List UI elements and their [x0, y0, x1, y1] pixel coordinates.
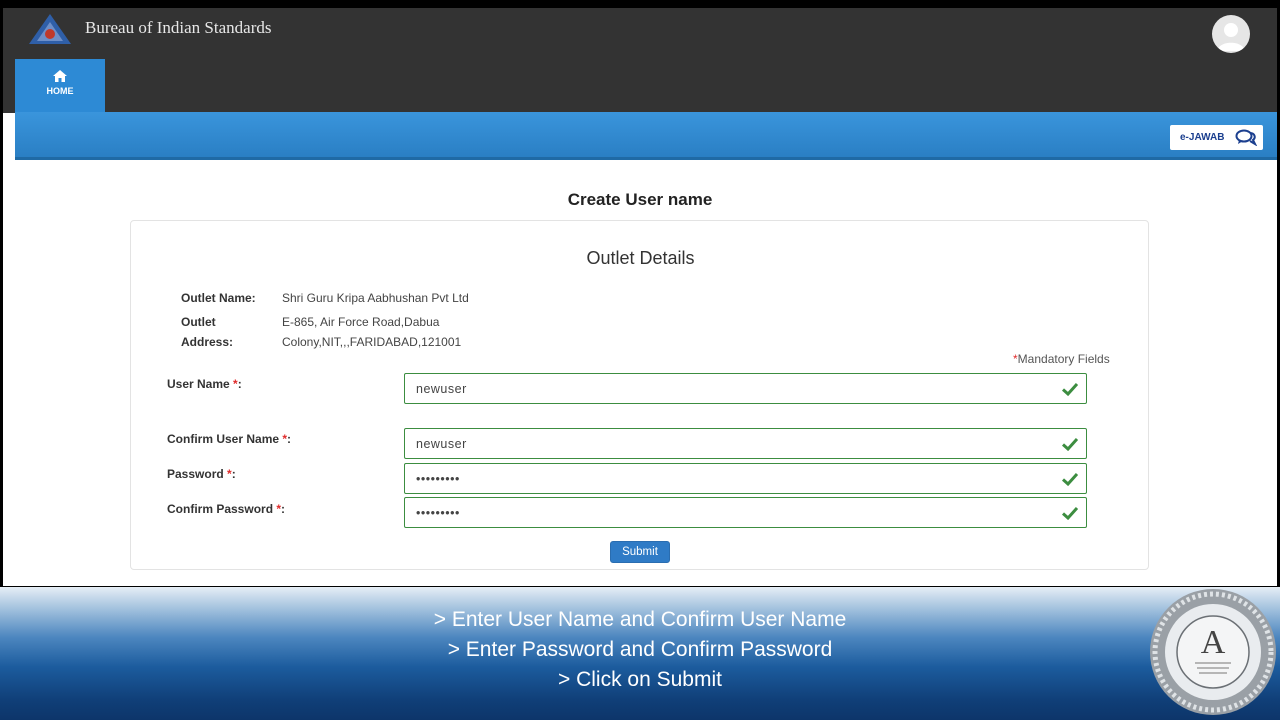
- section-title: Outlet Details: [586, 248, 695, 268]
- instruction-line-1: > Enter User Name and Confirm User Name: [433, 608, 847, 631]
- password-label-text: Password: [167, 467, 224, 481]
- tab-home-label: HOME: [46, 86, 74, 96]
- hallmarking-centre-seal-icon: A: [1150, 589, 1276, 715]
- confirm-password-label: Confirm Password *:: [167, 502, 286, 516]
- confirm-username-input[interactable]: newuser: [404, 428, 1087, 459]
- home-icon: [53, 70, 67, 82]
- outlet-address-line2: Colony,NIT,,,FARIDABAD,121001: [282, 335, 462, 349]
- check-icon: [1062, 382, 1078, 396]
- username-label: User Name *:: [167, 377, 242, 391]
- chat-bubbles-icon: [1235, 129, 1257, 146]
- brand-title: Bureau of Indian Standards: [85, 18, 272, 37]
- user-avatar-icon[interactable]: [1212, 15, 1250, 53]
- instruction-line-3: > Click on Submit: [558, 668, 722, 691]
- submit-button[interactable]: Submit: [610, 541, 670, 563]
- outlet-address-label-line1: Outlet: [181, 315, 216, 329]
- username-input[interactable]: newuser: [404, 373, 1087, 404]
- app-window: Bureau of Indian Standards HOME e-JAWAB …: [3, 8, 1277, 586]
- username-label-text: User Name: [167, 377, 230, 391]
- required-star: *: [276, 502, 282, 516]
- instruction-line-2: > Enter Password and Confirm Password: [447, 638, 833, 661]
- tab-home[interactable]: HOME: [15, 59, 105, 115]
- username-value: newuser: [416, 382, 467, 396]
- required-star: *: [227, 467, 232, 481]
- check-icon: [1062, 437, 1078, 451]
- outlet-name-label: Outlet Name:: [181, 291, 256, 305]
- confirm-password-input[interactable]: •••••••••: [404, 497, 1087, 528]
- outlet-card: Outlet Details Outlet Name: Shri Guru Kr…: [130, 220, 1149, 570]
- confirm-username-label: Confirm User Name *:: [167, 432, 292, 446]
- confirm-password-label-text: Confirm Password: [167, 502, 274, 516]
- confirm-username-value: newuser: [416, 437, 467, 451]
- outlet-address-line1: E-865, Air Force Road,Dabua: [282, 315, 440, 329]
- mandatory-note: *Mandatory Fields: [1013, 352, 1110, 366]
- check-icon: [1062, 472, 1078, 486]
- seal-letter: A: [1201, 624, 1226, 661]
- confirm-username-label-text: Confirm User Name: [167, 432, 280, 446]
- confirm-password-value: •••••••••: [416, 506, 460, 520]
- mandatory-text: Mandatory Fields: [1017, 352, 1110, 366]
- page-title: Create User name: [567, 190, 713, 209]
- e-jawab-label: e-JAWAB: [1180, 132, 1225, 143]
- password-input[interactable]: •••••••••: [404, 463, 1087, 494]
- bis-logo-icon: [29, 14, 71, 44]
- outlet-name-value: Shri Guru Kripa Aabhushan Pvt Ltd: [282, 291, 469, 305]
- nav-bar: [15, 112, 1277, 160]
- check-icon: [1062, 506, 1078, 520]
- required-star: *: [282, 432, 288, 446]
- password-label: Password *:: [167, 467, 236, 481]
- instruction-banner: > Enter User Name and Confirm User Name …: [0, 587, 1280, 720]
- password-value: •••••••••: [416, 472, 460, 486]
- required-star: *: [233, 377, 238, 391]
- e-jawab-button[interactable]: e-JAWAB: [1170, 125, 1263, 150]
- outlet-address-label-line2: Address:: [181, 335, 234, 349]
- top-header: Bureau of Indian Standards: [3, 8, 1277, 113]
